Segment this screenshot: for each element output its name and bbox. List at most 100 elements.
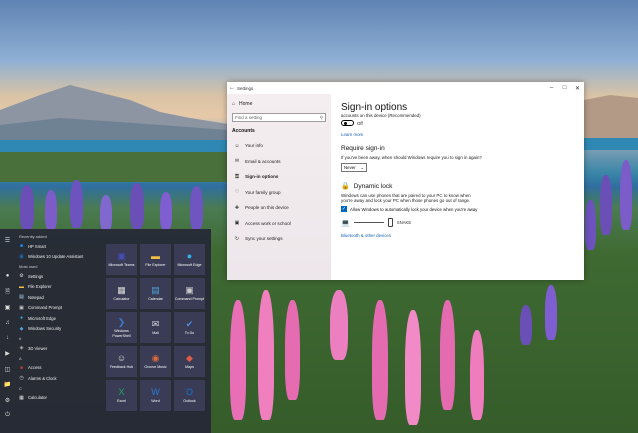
app-group-header[interactable]: C [15, 384, 100, 393]
app-group-header[interactable]: # [15, 334, 100, 343]
start-tile[interactable]: ☺ Feedback Hub [106, 346, 137, 377]
require-signin-question: If you've been away, when should Windows… [341, 155, 482, 160]
add-person-icon: ✚ [234, 204, 240, 211]
folder-icon: ▬ [19, 283, 24, 290]
nav-item-4[interactable]: ✚ People on this device [232, 200, 326, 216]
app-list-item[interactable]: ■ HP Smart [15, 241, 100, 252]
nav-item-0[interactable]: ☺ Your info [232, 138, 326, 154]
app-list-item[interactable]: ◆ Windows Security [15, 324, 100, 335]
start-tile[interactable]: O Outlook [174, 380, 205, 411]
app-group-header[interactable]: Recently added [15, 232, 100, 241]
windows-icon: ⊞ [19, 253, 24, 260]
start-tile[interactable]: ❯ Windows PowerShell [106, 312, 137, 343]
start-tile[interactable]: W Word [140, 380, 171, 411]
close-icon[interactable]: ✕ [571, 85, 584, 92]
lupine-flower [130, 183, 144, 229]
lupine-flower [600, 175, 612, 235]
start-tile[interactable]: ◉ Groove Music [140, 346, 171, 377]
folder-icon[interactable]: 📁 [4, 377, 11, 393]
start-tile[interactable]: ✔ To Do [174, 312, 205, 343]
shield-icon: ◆ [19, 325, 24, 332]
dynamic-lock-checkbox-row[interactable]: ✓ Allow Windows to automatically lock yo… [341, 206, 574, 212]
search-input[interactable]: Find a setting ⚲ [232, 113, 326, 122]
settings-nav: ⌂ Home Find a setting ⚲ Accounts ☺ Your i… [227, 94, 331, 280]
app-list-item[interactable]: ⚙ Settings [15, 271, 100, 282]
feedback-icon: ☺ [116, 353, 127, 364]
search-placeholder: Find a setting [235, 115, 263, 120]
window-title: Settings [237, 85, 254, 91]
start-tile[interactable]: ▦ Calculator [106, 278, 137, 309]
app-label: Access [28, 365, 42, 371]
app-list-item[interactable]: ■ Access [15, 363, 100, 374]
app-label: Command Prompt [28, 305, 62, 311]
lupine-flower [470, 330, 484, 420]
nav-item-3[interactable]: ♡ Your family group [232, 185, 326, 201]
nav-home-label: Home [239, 101, 253, 107]
back-arrow-icon[interactable]: ← [227, 85, 237, 91]
document-icon[interactable]: 🗎 [5, 284, 10, 300]
pictures-icon[interactable]: ▣ [5, 300, 11, 316]
nav-home[interactable]: ⌂ Home [232, 101, 326, 107]
start-tile[interactable]: ● Microsoft Edge [174, 244, 205, 275]
tile-label: Calendar [148, 297, 163, 302]
app-group-header[interactable]: A [15, 354, 100, 363]
minimize-icon[interactable]: – [545, 85, 558, 91]
dynamic-lock-heading: Dynamic lock [353, 182, 393, 190]
lock-icon: 🔒 [341, 183, 350, 190]
lupine-flower [545, 285, 557, 340]
network-icon[interactable]: ◫ [5, 362, 11, 378]
require-signin-dropdown[interactable]: Never ⌄ [341, 163, 367, 172]
todo-icon: ✔ [185, 319, 194, 330]
user-icon[interactable]: ● [6, 269, 10, 285]
tile-grid: ▣ Microsoft Teams ▬ File Explorer ● Microsoft… [100, 229, 211, 433]
app-list-item[interactable]: ▦ Calculator [15, 393, 100, 404]
nav-item-2[interactable]: ⚿ Sign-in options [232, 169, 326, 185]
settings-content: Sign-in options accounts on this device … [331, 94, 584, 280]
nav-item-1[interactable]: ✉ Email & accounts [232, 154, 326, 170]
nav-item-5[interactable]: ▣ Access work or school [232, 216, 326, 232]
start-tile[interactable]: ▣ Command Prompt [174, 278, 205, 309]
lupine-flower [230, 300, 246, 420]
start-tile[interactable]: X Excel [106, 380, 137, 411]
word-icon: W [151, 387, 160, 398]
app-list-item[interactable]: ◈ 3D Viewer [15, 343, 100, 354]
app-list-item[interactable]: ▣ Command Prompt [15, 303, 100, 314]
phone-icon [387, 218, 393, 227]
folder-icon: ▬ [151, 251, 160, 262]
app-label: Windows 10 Update Assistant [28, 254, 84, 260]
start-tile[interactable]: ▤ Calendar [140, 278, 171, 309]
lupine-flower [520, 305, 532, 345]
lupine-flower [100, 195, 112, 231]
nav-item-label: Sync your settings [245, 236, 283, 242]
app-list-item[interactable]: ◷ Alarms & Clock [15, 373, 100, 384]
toggle-switch[interactable] [341, 120, 354, 126]
nav-section-title: Accounts [232, 128, 255, 134]
start-tile[interactable]: ✉ Mail [140, 312, 171, 343]
key-icon: ⚿ [235, 173, 239, 180]
dynamic-lock-desc-2: you're away and lock your PC when those … [341, 198, 471, 203]
excel-icon: X [118, 387, 125, 398]
checkbox-checked-icon[interactable]: ✓ [341, 206, 347, 212]
app-list-item[interactable]: ▤ Notepad [15, 292, 100, 303]
downloads-icon[interactable]: ↓ [6, 331, 9, 347]
app-group-header[interactable]: Most used [15, 262, 100, 271]
start-tile[interactable]: ▣ Microsoft Teams [106, 244, 137, 275]
app-list-item[interactable]: ● Microsoft Edge [15, 313, 100, 324]
nav-item-6[interactable]: ↻ Sync your settings [232, 231, 326, 247]
start-tile[interactable]: ▬ File Explorer [140, 244, 171, 275]
power-icon[interactable]: ⏻ [5, 408, 10, 424]
app-list-item[interactable]: ⊞ Windows 10 Update Assistant [15, 252, 100, 263]
gear-icon[interactable]: ⚙ [5, 393, 10, 409]
lupine-flower [258, 290, 274, 420]
home-icon: ⌂ [232, 101, 236, 107]
bluetooth-link[interactable]: Bluetooth & other devices [341, 233, 574, 238]
access-icon: ■ [19, 364, 24, 371]
video-icon[interactable]: ▶ [5, 346, 10, 362]
learn-more-link[interactable]: Learn more [341, 132, 574, 137]
app-list-item[interactable]: ▬ File Explorer [15, 282, 100, 293]
start-tile[interactable]: ◆ Maps [174, 346, 205, 377]
hamburger-icon[interactable]: ☰ [5, 233, 10, 249]
maximize-icon[interactable]: □ [558, 85, 571, 91]
music-folder-icon[interactable]: ♫ [5, 315, 10, 331]
person-icon: ☺ [234, 142, 240, 149]
